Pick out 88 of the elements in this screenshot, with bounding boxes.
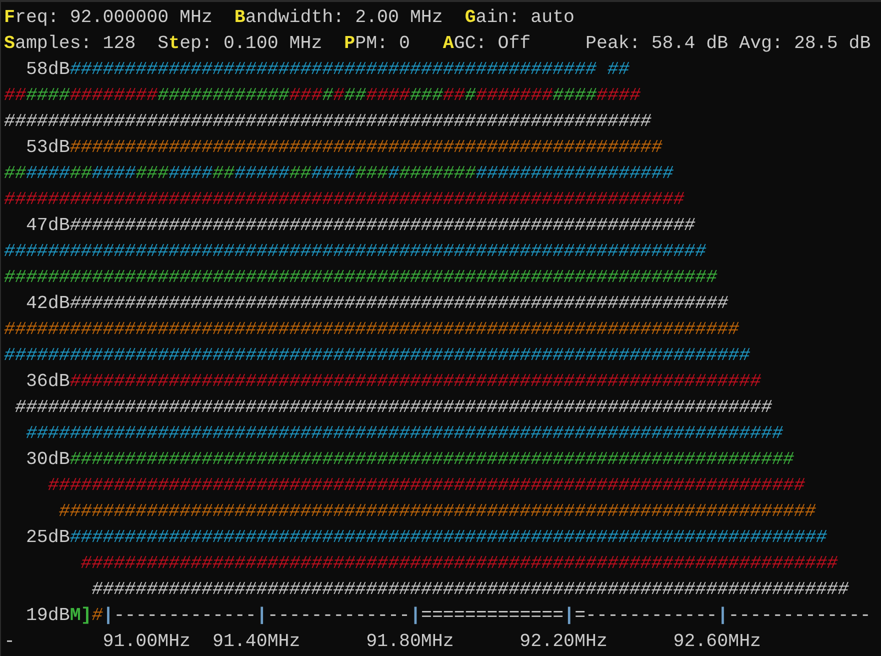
spectrum-hashes: ################################################################### xyxy=(4,320,740,340)
spectrum-hashes: #### xyxy=(366,86,410,106)
spectrum-hashes: #### xyxy=(596,86,640,106)
axis-tick: | xyxy=(102,606,114,626)
frequency-label: 92.20MHz xyxy=(520,632,608,652)
spectrum-hashes: # xyxy=(333,86,344,106)
spectrum-hashes: ##################################################################### xyxy=(90,580,849,600)
spectrum-hashes: # xyxy=(388,164,400,184)
spectrum-hashes: #### xyxy=(168,164,212,184)
spectrum-hashes: ############################################################## xyxy=(4,190,684,210)
spectrum-hashes: ################## xyxy=(476,164,674,184)
status-text: ain: auto xyxy=(476,8,575,28)
spectrum-hashes: #### xyxy=(92,164,136,184)
spectrum-hashes: ############ xyxy=(158,86,290,106)
spectrum-hashes: #### xyxy=(311,164,356,184)
spectrum-hashes: ### xyxy=(410,86,443,106)
hotkey-letter: A xyxy=(442,34,454,54)
status-text: andwidth: 2.00 MHz xyxy=(245,8,444,28)
db-label: 42dB xyxy=(24,294,70,314)
axis-line: =------------ xyxy=(574,606,718,626)
hotkey-letter: P xyxy=(344,34,356,54)
spectrum-hashes: ############################################################ xyxy=(70,294,728,314)
spectrum-hashes: ##################################################################### xyxy=(80,554,838,574)
axis-line: ============= xyxy=(420,606,564,626)
status-text: req: 92.000000 MHz xyxy=(14,8,214,28)
spectrum-hashes: ################################################################# xyxy=(4,268,718,288)
marker-label: M] xyxy=(70,606,92,626)
spectrum-hashes: ##################################################################### xyxy=(46,476,805,496)
status-text: GC: Off Peak: 58.4 dB Avg: 28.5 dB xyxy=(454,34,871,54)
spectrum-hashes: ########################################################### xyxy=(4,112,652,132)
spectrum-hashes: #### xyxy=(26,86,70,106)
hotkey-letter: t xyxy=(168,34,180,54)
spectrum-hashes: #### xyxy=(552,86,597,106)
spectrum-hashes: ######## xyxy=(70,86,158,106)
spectrum-hashes: ## xyxy=(4,164,26,184)
spectrum-hashes: # xyxy=(322,86,334,106)
spectrum-hashes: ### xyxy=(136,164,169,184)
db-label: 25dB xyxy=(24,528,70,548)
hotkey-letter: F xyxy=(4,8,15,28)
spectrum-hashes: ####### xyxy=(399,164,476,184)
spectrum-hashes: ####### xyxy=(476,86,553,106)
hotkey-letter: G xyxy=(464,8,476,28)
axis-tick: | xyxy=(410,606,421,626)
hotkey-letter: S xyxy=(4,34,15,54)
spectrum-hashes: ##################################################################### xyxy=(24,424,783,444)
axis-tick: | xyxy=(717,606,728,626)
db-label: 53dB xyxy=(24,138,70,158)
spectrum-hashes: ##################################################################### xyxy=(14,398,772,418)
spectrum-hashes: # xyxy=(92,606,103,626)
axis-line: ------------- xyxy=(728,606,871,626)
frequency-label: 91.80MHz xyxy=(366,632,455,652)
status-text: amples: 128 S xyxy=(14,34,169,54)
db-label: 47dB xyxy=(24,216,70,236)
spectrum-hashes: ## xyxy=(212,164,234,184)
spectrum-hashes: ######################################################### xyxy=(70,216,696,236)
db-label: 58dB xyxy=(24,60,70,80)
axis-tick: | xyxy=(256,606,268,626)
spectrum-hashes: ## xyxy=(289,164,312,184)
spectrum-hashes: ##################################################################### xyxy=(70,528,827,548)
frequency-label: 91.00MHz xyxy=(102,632,192,652)
spectrum-hashes: ## xyxy=(442,86,465,106)
status-text: ep: 0.100 MHz xyxy=(180,34,324,54)
db-label: 36dB xyxy=(24,372,70,392)
axis-line: - xyxy=(4,632,16,652)
spectrum-hashes: ###################################################### xyxy=(70,138,662,158)
spectrum-hashes: ## xyxy=(344,86,366,106)
spectrum-hashes: # xyxy=(464,86,476,106)
db-label: 30dB xyxy=(24,450,70,470)
db-label: 19dB xyxy=(24,606,70,626)
spectrum-hashes: ################################################################## xyxy=(70,450,794,470)
frequency-label: 92.60MHz xyxy=(673,632,762,652)
spectrum-hashes: #################################################################### xyxy=(4,346,750,366)
spectrum-hashes: ### xyxy=(289,86,322,106)
spectrum-hashes: #### xyxy=(26,164,70,184)
spectrum-hashes: ### xyxy=(355,164,388,184)
axis-line: ------------- xyxy=(114,606,256,626)
spectrum-hashes: ################################################################ xyxy=(4,242,706,262)
axis-line: ------------- xyxy=(267,606,410,626)
spectrum-hashes: ##### xyxy=(234,164,290,184)
spectrum-hashes: ################################################ ## xyxy=(70,60,630,80)
axis-tick: | xyxy=(564,606,575,626)
hotkey-letter: B xyxy=(234,8,246,28)
frequency-label: 91.40MHz xyxy=(212,632,302,652)
spectrum-hashes: ## xyxy=(4,86,26,106)
spectrum-hashes: ############################################################### xyxy=(70,372,761,392)
status-text: PM: 0 xyxy=(355,34,411,54)
spectrum-hashes: ## xyxy=(70,164,92,184)
spectrum-hashes: ##################################################################### xyxy=(58,502,816,522)
